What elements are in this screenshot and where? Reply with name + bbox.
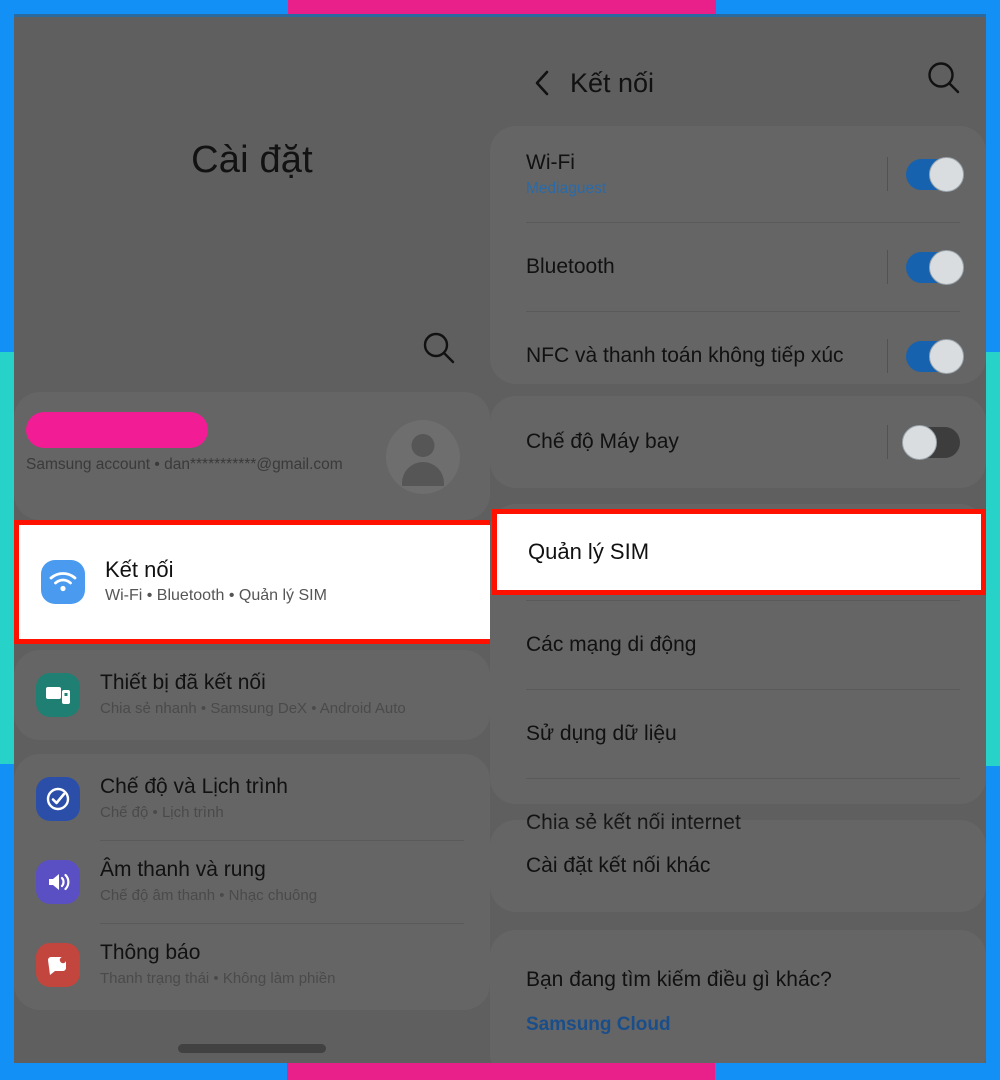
highlighted-row-quan-ly-sim[interactable]: Quản lý SIM (492, 509, 986, 595)
row-wifi[interactable]: Wi-Fi Mediaguest (490, 126, 986, 222)
row-subtitle: Chia sẻ nhanh • Samsung DeX • Android Au… (100, 700, 406, 717)
right-connections-screenshot: Kết nối Wi-Fi Mediaguest Bluetooth NFC v… (490, 14, 986, 1063)
avatar-head (411, 434, 435, 457)
navigation-pill[interactable] (178, 1044, 326, 1053)
account-name-redaction (26, 412, 208, 448)
row-subtitle: Chế độ • Lịch trình (100, 804, 224, 821)
toggle-knob (902, 424, 937, 460)
chevron-left-icon[interactable] (526, 66, 560, 100)
bluetooth-toggle[interactable] (906, 249, 964, 285)
row-airplane-mode[interactable]: Chế độ Máy bay (490, 396, 986, 488)
divider (887, 250, 888, 284)
row-title: Thiết bị đã kết nối (100, 671, 266, 694)
row-subtitle: Chế độ âm thanh • Nhạc chuông (100, 887, 318, 904)
wifi-icon (41, 560, 85, 604)
connections-footer: Bạn đang tìm kiếm điều gì khác? Samsung … (490, 930, 986, 1063)
left-settings-screenshot: Cài đặt Samsung account • dan***********… (14, 14, 490, 1063)
row-label: Wi-Fi (526, 150, 575, 174)
row-sublabel: Mediaguest (526, 179, 607, 197)
wifi-toggle[interactable] (906, 156, 964, 192)
modes-routines-icon (36, 777, 80, 821)
sound-vibration-icon (36, 860, 80, 904)
toggle-knob (929, 338, 964, 374)
row-subtitle: Thanh trạng thái • Không làm phiền (100, 970, 336, 987)
row-data-usage[interactable]: Sử dụng dữ liệu (490, 690, 986, 778)
footer-link-samsung-cloud[interactable]: Samsung Cloud (526, 1014, 986, 1036)
screenshot-canvas: Cài đặt Samsung account • dan***********… (0, 0, 1000, 1080)
row-title: Thông báo (100, 941, 201, 964)
sidebar-item-modes-routines[interactable]: Chế độ và Lịch trình Chế độ • Lịch trình (14, 758, 490, 840)
row-subtitle: Wi-Fi • Bluetooth • Quản lý SIM (105, 587, 327, 604)
row-mobile-networks[interactable]: Các mạng di động (490, 601, 986, 689)
settings-group-2: Chế độ và Lịch trình Chế độ • Lịch trình (14, 754, 490, 1010)
search-icon[interactable] (420, 329, 458, 367)
connections-group-4: Cài đặt kết nối khác (490, 820, 986, 912)
row-title: Âm thanh và rung (100, 858, 266, 881)
divider (887, 157, 888, 191)
row-title: Chế độ và Lịch trình (100, 775, 288, 798)
row-label: Quản lý SIM (528, 539, 650, 564)
toggle-knob (929, 249, 964, 285)
nfc-toggle[interactable] (906, 338, 964, 374)
account-card[interactable]: Samsung account • dan***********@gmail.c… (14, 392, 490, 520)
row-bluetooth[interactable]: Bluetooth (490, 223, 986, 311)
frame-band-pink-top (288, 0, 716, 14)
connected-devices-icon (36, 673, 80, 717)
row-label: Cài đặt kết nối khác (526, 854, 711, 877)
settings-menu: Thiết bị đã kết nối Chia sẻ nhanh • Sams… (14, 650, 490, 1024)
frame-band-teal-left (0, 352, 14, 764)
row-label: NFC và thanh toán không tiếp xúc (526, 344, 844, 367)
row-label: Bluetooth (526, 255, 615, 278)
row-nfc[interactable]: NFC và thanh toán không tiếp xúc (490, 312, 986, 400)
row-other-connection-settings[interactable]: Cài đặt kết nối khác (490, 820, 986, 912)
airplane-mode-toggle[interactable] (902, 424, 960, 460)
connections-group-2: Chế độ Máy bay (490, 396, 986, 488)
row-label: Các mạng di động (526, 633, 697, 656)
account-subtitle: Samsung account • dan***********@gmail.c… (26, 456, 343, 473)
connections-group-1: Wi-Fi Mediaguest Bluetooth NFC và thanh … (490, 126, 986, 384)
notifications-icon (36, 943, 80, 987)
avatar[interactable] (386, 420, 460, 494)
connections-header: Kết nối (490, 54, 986, 112)
toggle-knob (929, 156, 964, 192)
page-title: Cài đặt (191, 139, 313, 181)
row-label: Chế độ Máy bay (526, 430, 679, 453)
divider (887, 339, 888, 373)
sidebar-item-connected-devices[interactable]: Thiết bị đã kết nối Chia sẻ nhanh • Sams… (14, 654, 490, 736)
frame-band-teal-right (986, 352, 1000, 766)
search-icon[interactable] (924, 58, 964, 98)
sidebar-item-sound-vibration[interactable]: Âm thanh và rung Chế độ âm thanh • Nhạc … (14, 841, 490, 923)
settings-group-1: Thiết bị đã kết nối Chia sẻ nhanh • Sams… (14, 650, 490, 740)
sidebar-item-notifications[interactable]: Thông báo Thanh trạng thái • Không làm p… (14, 924, 490, 1006)
row-label: Sử dụng dữ liệu (526, 722, 677, 745)
avatar-body (402, 462, 444, 486)
frame-band-pink-bottom (287, 1063, 715, 1080)
row-title: Kết nối (105, 557, 174, 582)
page-title: Kết nối (570, 67, 655, 98)
divider (887, 425, 888, 459)
highlighted-row-ket-noi[interactable]: Kết nối Wi-Fi • Bluetooth • Quản lý SIM (14, 520, 490, 644)
footer-question: Bạn đang tìm kiếm điều gì khác? (526, 968, 832, 991)
